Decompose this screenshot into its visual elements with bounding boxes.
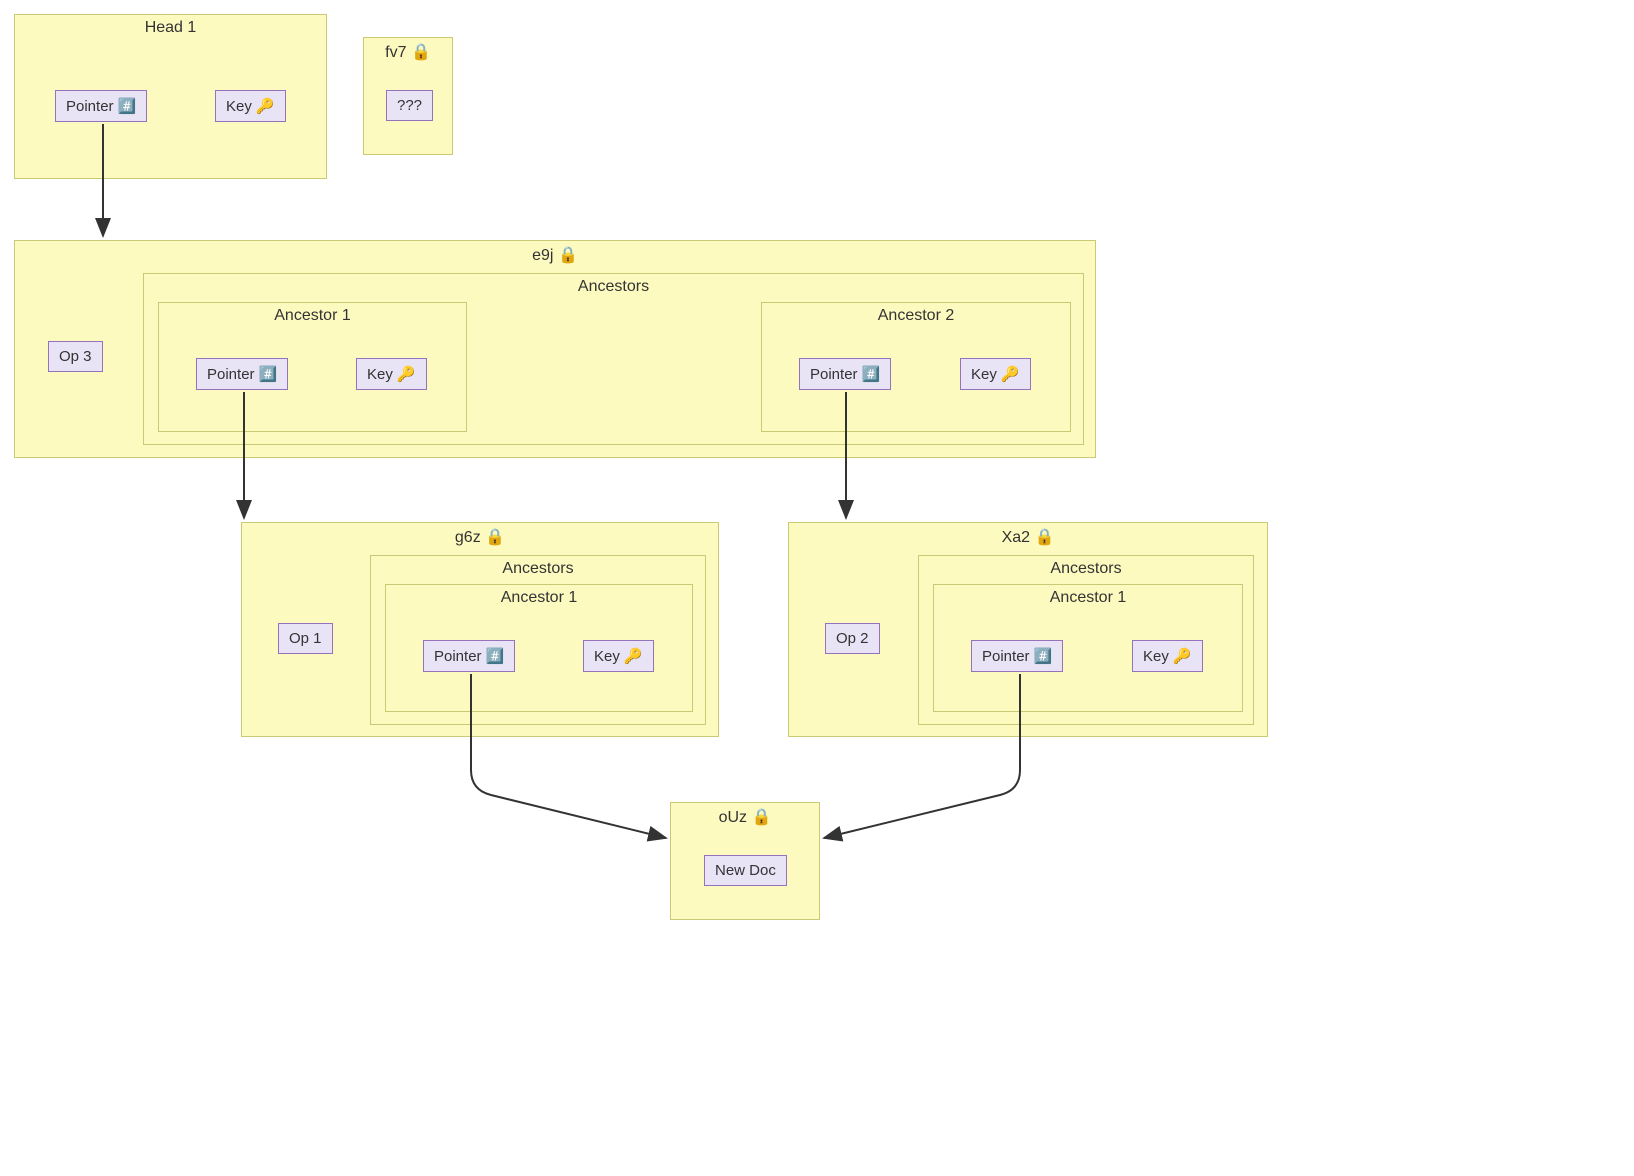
- e9j-ancestor1-container: Ancestor 1 Pointer #️⃣ Key 🔑: [158, 302, 467, 432]
- e9j-container: e9j 🔒 Op 3 Ancestors Ancestor 1 Pointer …: [14, 240, 1096, 458]
- lock-icon: 🔒: [558, 245, 578, 265]
- key-icon: 🔑: [624, 647, 643, 665]
- fv7-title: fv7 🔒: [364, 38, 452, 70]
- xa2-ancestors-container: Ancestors Ancestor 1 Pointer #️⃣ Key 🔑: [918, 555, 1254, 725]
- lock-icon: 🔒: [411, 42, 431, 62]
- head1-container: Head 1 Pointer #️⃣ Key 🔑: [14, 14, 327, 179]
- fv7-title-text: fv7: [385, 44, 406, 61]
- g6z-ancestors-container: Ancestors Ancestor 1 Pointer #️⃣ Key 🔑: [370, 555, 706, 725]
- lock-icon: 🔒: [1035, 527, 1055, 547]
- e9j-ancestors-container: Ancestors Ancestor 1 Pointer #️⃣ Key 🔑 A…: [143, 273, 1084, 445]
- head1-title: Head 1: [15, 15, 326, 45]
- e9j-ancestor1-title: Ancestor 1: [159, 303, 466, 333]
- g6z-op: Op 1: [289, 630, 322, 647]
- ouz-content-node: New Doc: [704, 855, 787, 886]
- ouz-title-text: oUz: [719, 809, 747, 826]
- key-label: Key: [367, 366, 393, 383]
- e9j-ancestor2-container: Ancestor 2 Pointer #️⃣ Key 🔑: [761, 302, 1071, 432]
- xa2-op: Op 2: [836, 630, 869, 647]
- g6z-ancestor1-container: Ancestor 1 Pointer #️⃣ Key 🔑: [385, 584, 693, 712]
- e9j-ancestors-title: Ancestors: [144, 274, 1083, 304]
- pointer-label: Pointer: [982, 648, 1030, 665]
- e9j-title: e9j 🔒: [15, 241, 1095, 273]
- e9j-ancestor2-title: Ancestor 2: [762, 303, 1070, 333]
- g6z-ancestor1-title: Ancestor 1: [386, 585, 692, 615]
- lock-icon: 🔒: [751, 807, 771, 827]
- g6z-ancestors-title: Ancestors: [371, 556, 705, 586]
- head1-pointer-node: Pointer #️⃣: [55, 90, 147, 122]
- key-icon: 🔑: [397, 365, 416, 383]
- e9j-ancestor2-pointer-node: Pointer #️⃣: [799, 358, 891, 390]
- xa2-ancestor1-key-node: Key 🔑: [1132, 640, 1203, 672]
- pointer-label: Pointer: [810, 366, 858, 383]
- ouz-container: oUz 🔒 New Doc: [670, 802, 820, 920]
- g6z-ancestor1-key-node: Key 🔑: [583, 640, 654, 672]
- g6z-container: g6z 🔒 Op 1 Ancestors Ancestor 1 Pointer …: [241, 522, 719, 737]
- xa2-ancestor1-pointer-node: Pointer #️⃣: [971, 640, 1063, 672]
- xa2-container: Xa2 🔒 Op 2 Ancestors Ancestor 1 Pointer …: [788, 522, 1268, 737]
- g6z-op-node: Op 1: [278, 623, 333, 654]
- e9j-op-node: Op 3: [48, 341, 103, 372]
- e9j-op: Op 3: [59, 348, 92, 365]
- key-label: Key: [594, 648, 620, 665]
- xa2-title: Xa2 🔒: [789, 523, 1267, 555]
- xa2-title-text: Xa2: [1002, 529, 1030, 546]
- e9j-title-text: e9j: [532, 247, 553, 264]
- pointer-label: Pointer: [207, 366, 255, 383]
- hash-icon: #️⃣: [259, 365, 278, 383]
- lock-icon: 🔒: [485, 527, 505, 547]
- head1-key-node: Key 🔑: [215, 90, 286, 122]
- hash-icon: #️⃣: [1034, 647, 1053, 665]
- xa2-ancestor1-container: Ancestor 1 Pointer #️⃣ Key 🔑: [933, 584, 1243, 712]
- e9j-ancestor1-pointer-node: Pointer #️⃣: [196, 358, 288, 390]
- pointer-label: Pointer: [66, 98, 114, 115]
- g6z-title-text: g6z: [455, 529, 481, 546]
- g6z-ancestor1-pointer-node: Pointer #️⃣: [423, 640, 515, 672]
- ouz-title: oUz 🔒: [671, 803, 819, 835]
- e9j-ancestor2-key-node: Key 🔑: [960, 358, 1031, 390]
- xa2-ancestor1-title: Ancestor 1: [934, 585, 1242, 615]
- hash-icon: #️⃣: [118, 97, 137, 115]
- pointer-label: Pointer: [434, 648, 482, 665]
- g6z-title: g6z 🔒: [242, 523, 718, 555]
- xa2-ancestors-title: Ancestors: [919, 556, 1253, 586]
- fv7-content-node: ???: [386, 90, 433, 121]
- key-label: Key: [1143, 648, 1169, 665]
- fv7-content: ???: [397, 97, 422, 114]
- key-label: Key: [226, 98, 252, 115]
- hash-icon: #️⃣: [486, 647, 505, 665]
- key-label: Key: [971, 366, 997, 383]
- hash-icon: #️⃣: [862, 365, 881, 383]
- key-icon: 🔑: [1173, 647, 1192, 665]
- key-icon: 🔑: [256, 97, 275, 115]
- ouz-content: New Doc: [715, 862, 776, 879]
- e9j-ancestor1-key-node: Key 🔑: [356, 358, 427, 390]
- xa2-op-node: Op 2: [825, 623, 880, 654]
- fv7-container: fv7 🔒 ???: [363, 37, 453, 155]
- key-icon: 🔑: [1001, 365, 1020, 383]
